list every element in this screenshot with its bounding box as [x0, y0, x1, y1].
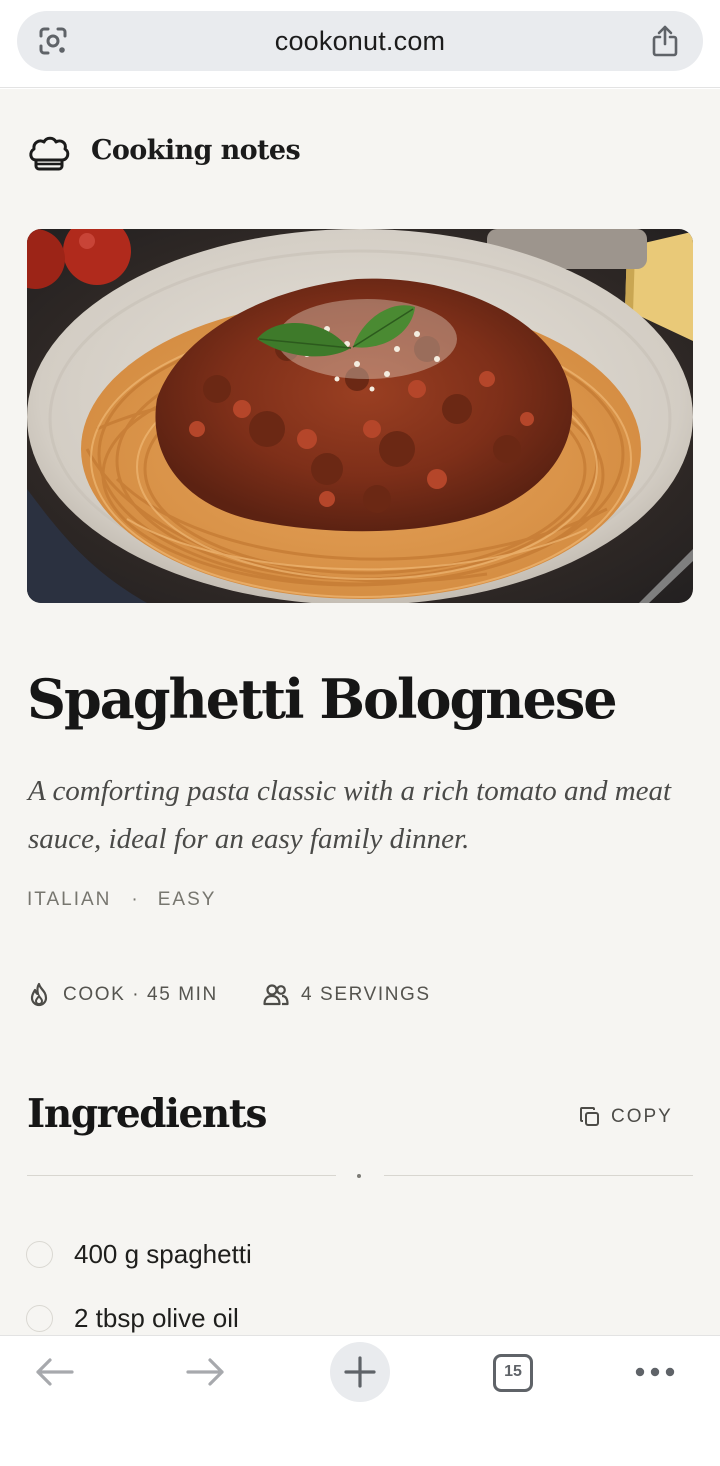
divider-left [27, 1175, 336, 1176]
ingredients-heading: Ingredients [27, 1091, 267, 1137]
ingredient-item[interactable]: 2 tbsp olive oil [26, 1303, 626, 1335]
menu-button[interactable] [628, 1336, 688, 1408]
ingredient-label: 400 g spaghetti [74, 1239, 252, 1269]
more-horizontal-icon [635, 1367, 675, 1377]
tab-count: 15 [504, 1363, 522, 1380]
forward-button[interactable] [178, 1336, 238, 1408]
divider-right [384, 1175, 693, 1176]
tag-difficulty: EASY [157, 889, 217, 910]
ingredient-checkbox[interactable] [26, 1305, 53, 1332]
browser-top-bar: cookonut.com [0, 0, 720, 88]
copy-label: COPY [611, 1106, 673, 1127]
recipe-hero-image [27, 229, 693, 603]
tabs-button[interactable]: 15 [493, 1354, 533, 1392]
recipe-meta: COOK · 45 MIN 4 SERVINGS [27, 981, 627, 1009]
cook-time-label: COOK · 45 MIN [63, 984, 218, 1005]
ingredient-label: 2 tbsp olive oil [74, 1303, 239, 1333]
flame-icon [30, 982, 48, 1007]
tag-cuisine: ITALIAN [27, 889, 112, 910]
tag-separator: · [131, 889, 140, 910]
url-text[interactable]: cookonut.com [17, 11, 703, 71]
arrow-right-icon [186, 1358, 224, 1386]
people-icon [263, 984, 289, 1006]
share-icon[interactable] [649, 24, 681, 58]
browser-bottom-toolbar: 15 [0, 1335, 720, 1466]
servings-label: 4 SERVINGS [301, 984, 431, 1005]
ingredient-item[interactable]: 400 g spaghetti [26, 1239, 626, 1271]
plus-icon [344, 1356, 376, 1388]
copy-ingredients-button[interactable]: COPY [579, 1103, 679, 1131]
arrow-left-icon [36, 1358, 74, 1386]
recipe-title: Spaghetti Bolognese [27, 667, 618, 731]
chef-hat-icon [29, 136, 70, 171]
web-page: Cooking notes Spaghetti Bolognese A comf… [0, 89, 720, 1335]
recipe-tags: ITALIAN · EASY [27, 889, 216, 913]
cook-time: COOK · 45 MIN [27, 981, 218, 1009]
divider-dot [357, 1174, 361, 1178]
servings: 4 SERVINGS [263, 981, 431, 1009]
recipe-description: A comforting pasta classic with a rich t… [28, 775, 672, 855]
site-name[interactable]: Cooking notes [91, 135, 301, 166]
ingredient-checkbox[interactable] [26, 1241, 53, 1268]
site-header[interactable]: Cooking notes [27, 133, 527, 173]
back-button[interactable] [24, 1336, 84, 1408]
copy-icon [580, 1107, 599, 1126]
new-tab-button[interactable] [330, 1342, 390, 1402]
address-bar[interactable]: cookonut.com [17, 11, 703, 71]
